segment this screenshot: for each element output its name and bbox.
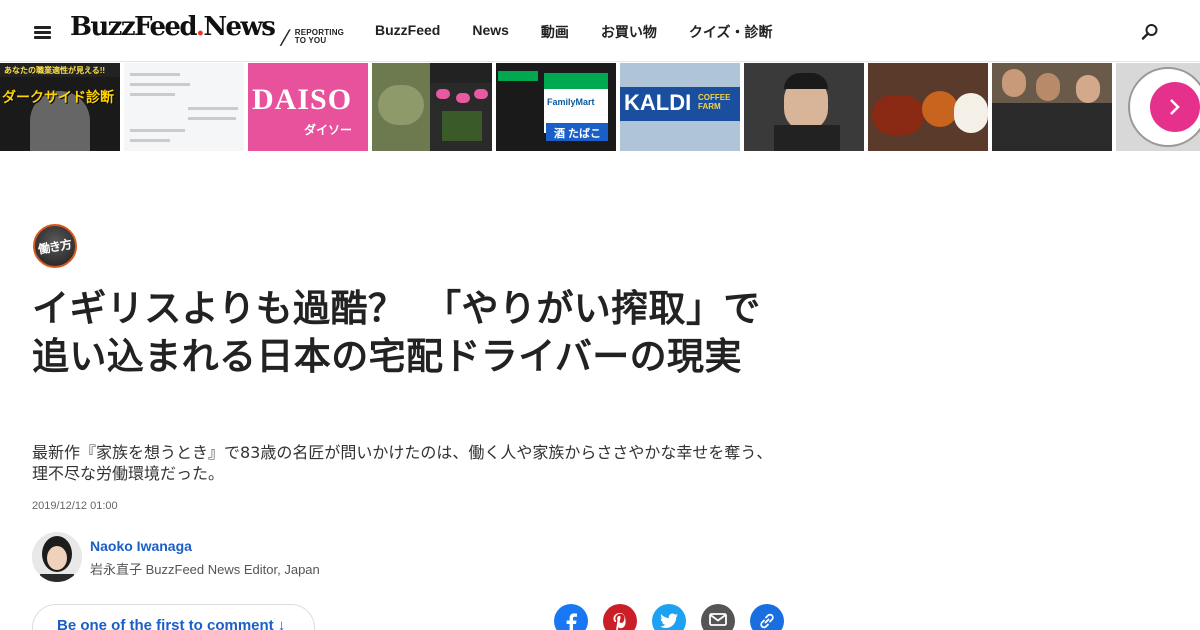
search-icon[interactable] [1141,23,1159,41]
twitter-share-button[interactable] [652,604,686,630]
nav-buzzfeed[interactable]: BuzzFeed [375,22,440,42]
author-name[interactable]: Naoko Iwanaga [90,538,192,554]
copy-link-button[interactable] [750,604,784,630]
trending-carousel: あなたの職業適性が見える!! ダークサイド診断 DAISO ダイソー Famil… [0,63,1200,151]
email-icon [709,613,727,626]
thumb-man-portrait[interactable] [744,63,864,151]
thumb-group-photo[interactable] [992,63,1112,151]
article-subtitle: 最新作『家族を想うとき』で83歳の名匠が問いかけたのは、働く人や家族からささやか… [32,443,773,483]
pinterest-icon [613,613,626,630]
menu-icon[interactable] [34,23,52,39]
category-badge[interactable]: 働き方 [33,224,77,268]
thumb-curry[interactable] [868,63,988,151]
email-share-button[interactable] [701,604,735,630]
publish-date: 2019/12/12 01:00 [32,500,118,512]
facebook-share-button[interactable] [554,604,588,630]
nav-news[interactable]: News [472,22,509,42]
site-logo[interactable]: BuzzFeed.News [70,12,276,42]
thumb-baby-yoda[interactable] [372,63,492,151]
thumb-dark-side-quiz[interactable]: あなたの職業適性が見える!! ダークサイド診断 [0,63,120,151]
link-icon [760,613,774,629]
main-nav: BuzzFeed News 動画 お買い物 クイズ・診断 [375,22,773,42]
tagline: / REPORTING TO YOU [278,25,345,49]
thumb-familymart[interactable]: FamilyMart 酒 たばこ [496,63,616,151]
site-header: BuzzFeed.News / REPORTING TO YOU BuzzFee… [0,0,1200,62]
facebook-icon [566,613,577,630]
author-role: 岩永直子 BuzzFeed News Editor, Japan [90,562,320,577]
comment-button[interactable]: Be one of the first to comment ↓ [32,604,315,630]
thumb-kaldi[interactable]: KALDI COFFEE FARM [620,63,740,151]
pinterest-share-button[interactable] [603,604,637,630]
nav-quiz[interactable]: クイズ・診断 [689,22,773,42]
chevron-right-icon [1170,99,1180,115]
article-title: イギリスよりも過酷？ 「やりがい搾取」で追い込まれる日本の宅配ドライバーの現実 [32,287,761,378]
carousel-next-button[interactable] [1150,82,1200,132]
thumb-daiso[interactable]: DAISO ダイソー [248,63,368,151]
thumb-tweet-screens[interactable] [124,63,244,151]
nav-shopping[interactable]: お買い物 [601,22,657,42]
nav-video[interactable]: 動画 [541,22,569,42]
author-avatar[interactable] [32,532,82,582]
twitter-icon [660,613,678,628]
